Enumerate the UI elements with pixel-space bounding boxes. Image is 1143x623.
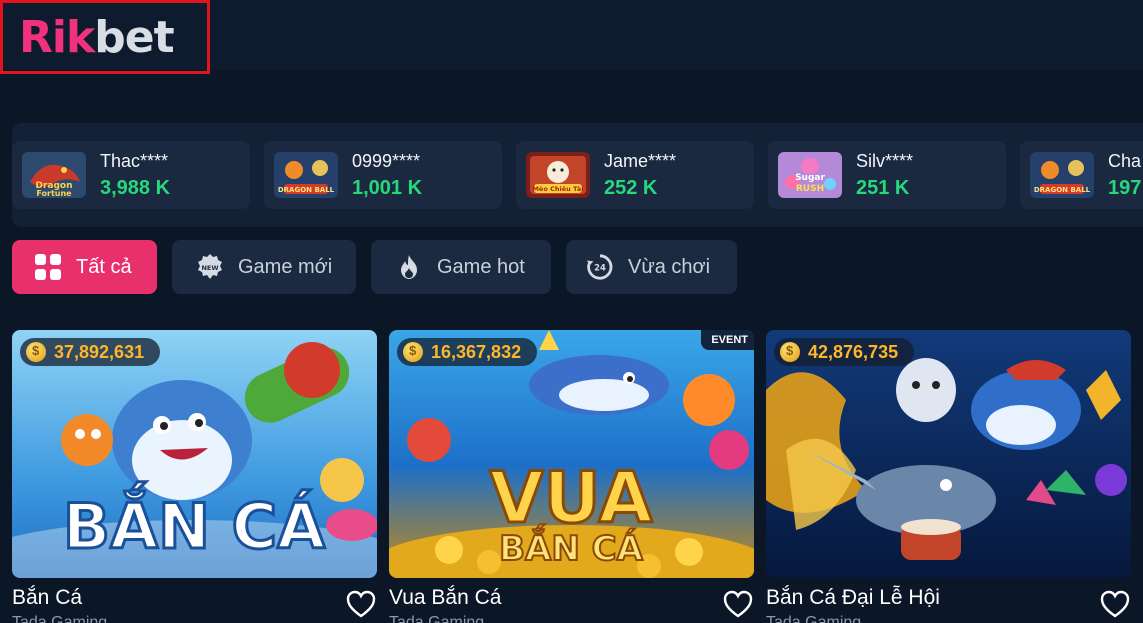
winner-amount: 3,988 K [100,177,171,199]
winner-amount: 1,001 K [352,177,423,199]
svg-text:DRAGON BALL: DRAGON BALL [278,186,335,194]
jackpot-badge: 16,367,832 [397,338,538,366]
tab-recently-played[interactable]: 24 Vừa chơi [566,240,737,294]
winner-card[interactable]: DRAGON BALL Cha 197 [1020,141,1143,209]
game-provider: Tada Gaming [389,614,485,623]
tab-hot-games[interactable]: Game hot [371,240,551,294]
dragon-ball-icon: DRAGON BALL [1030,152,1094,198]
tab-label: Vừa chơi [628,255,711,278]
dragon-fortune-icon: Dragon Fortune [22,152,86,198]
jackpot-badge: 42,876,735 [774,338,915,366]
winner-card[interactable]: Dragon Fortune Thac**** 3,988 K [12,141,250,209]
winner-name: 0999**** [352,151,421,171]
coin-icon [403,342,423,362]
logo-link[interactable]: Rik bet [0,0,210,74]
tab-all[interactable]: Tất cả [12,240,157,294]
tab-label: Game mới [238,255,333,278]
game-thumbnail: VUA BẮN CÁ [389,330,754,578]
jackpot-badge: 37,892,631 [20,338,161,366]
winner-card[interactable]: Sugar RUSH Silv**** 251 K [768,141,1006,209]
favorite-heart-icon[interactable] [346,590,376,618]
winner-amount: 252 K [604,177,658,199]
jackpot-amount: 42,876,735 [808,341,899,362]
winner-name: Silv**** [856,151,914,171]
game-title[interactable]: Bắn Cá [12,586,82,610]
recent-winners-strip: Dragon Fortune Thac**** 3,988 K DRAGON B… [12,123,1143,227]
winner-amount: 251 K [856,177,910,199]
game-provider: Tada Gaming [766,614,862,623]
winner-name: Cha [1108,151,1142,171]
svg-text:Mèo Chiêu Tài: Mèo Chiêu Tài [532,185,583,193]
svg-text:VUA: VUA [489,457,652,539]
favorite-heart-icon[interactable] [1100,590,1130,618]
history-24-icon: 24 [586,253,614,281]
favorite-heart-icon[interactable] [723,590,753,618]
rikbet-logo: Rik bet [19,11,175,63]
svg-text:Fortune: Fortune [36,189,72,198]
winner-name: Jame**** [604,151,677,171]
winner-name: Thac**** [100,151,169,171]
game-title[interactable]: Vua Bắn Cá [389,586,501,610]
game-card-vua-ban-ca[interactable]: VUA BẮN CÁ 16,367,832 EVENT [389,330,754,578]
jackpot-amount: 37,892,631 [54,341,145,362]
svg-text:BẮN CÁ: BẮN CÁ [499,524,643,569]
svg-text:BẮN CÁ: BẮN CÁ [63,482,325,563]
meo-chieu-tai-icon: Mèo Chiêu Tài [526,152,590,198]
fire-icon [395,253,423,281]
winner-card[interactable]: DRAGON BALL 0999**** 1,001 K [264,141,502,209]
svg-text:24: 24 [594,263,606,273]
winner-amount: 197 [1108,177,1142,199]
game-thumbnail [766,330,1131,578]
coin-icon [780,342,800,362]
dragon-ball-icon: DRAGON BALL [274,152,338,198]
game-title[interactable]: Bắn Cá Đại Lễ Hội [766,586,940,610]
event-badge: EVENT [701,330,754,350]
jackpot-amount: 16,367,832 [431,341,522,362]
svg-text:RUSH: RUSH [796,184,824,194]
game-card-ban-ca-dai-le-hoi[interactable]: 42,876,735 [766,330,1131,578]
winner-card[interactable]: Mèo Chiêu Tài Jame**** 252 K [516,141,754,209]
svg-text:DRAGON BALL: DRAGON BALL [1034,186,1091,194]
sugar-rush-icon: Sugar RUSH [778,152,842,198]
svg-text:NEW: NEW [201,264,218,272]
coin-icon [26,342,46,362]
game-thumbnail: BẮN CÁ [12,330,377,578]
svg-text:Sugar: Sugar [795,173,825,183]
tab-new-games[interactable]: NEW Game mới [172,240,356,294]
game-card-ban-ca[interactable]: BẮN CÁ 37,892,631 [12,330,377,578]
tab-label: Tất cả [76,255,132,278]
tab-label: Game hot [437,255,525,278]
new-badge-icon: NEW [196,253,224,281]
grid-icon [34,253,62,281]
game-provider: Tada Gaming [12,614,108,623]
